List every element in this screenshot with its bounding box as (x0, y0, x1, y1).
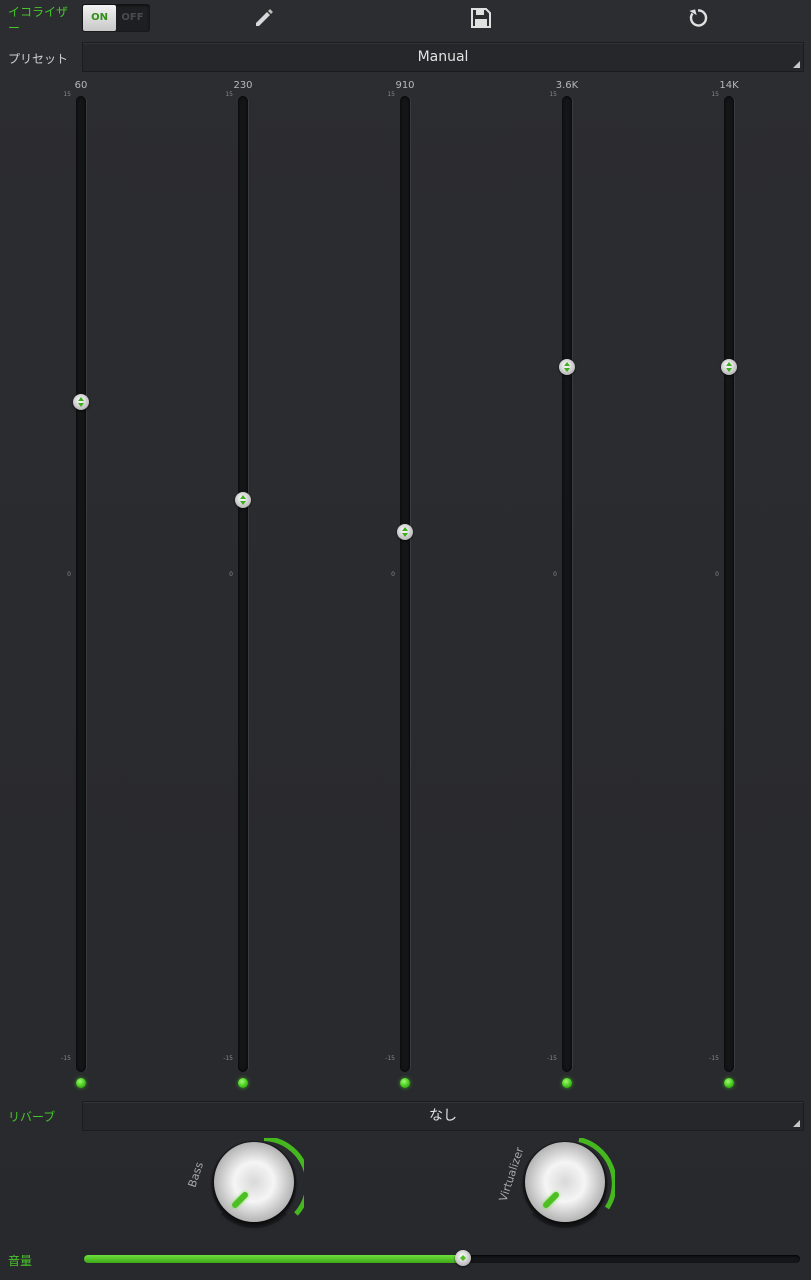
band-frequency-label: 3.6K (555, 80, 579, 91)
scale-tick-label: -15 (547, 1055, 557, 1062)
bass-knob-dial[interactable] (214, 1142, 294, 1222)
equalizer-label: イコライザー (8, 5, 69, 35)
volume-label: 音量 (8, 1254, 33, 1268)
band-frequency-label: 60 (74, 80, 88, 91)
eq-band-3.6K: 3.6K 15 0 -15 (537, 78, 597, 1098)
band-slider-track[interactable] (724, 96, 734, 1072)
eq-band-60: 60 15 0 -15 (51, 78, 111, 1098)
reset-icon[interactable] (686, 6, 710, 30)
save-icon[interactable] (469, 6, 493, 30)
scale-tick-label: -15 (709, 1055, 719, 1062)
band-slider-thumb[interactable] (559, 358, 575, 375)
scale-tick-label: -15 (385, 1055, 395, 1062)
bass-knob[interactable]: Bass (186, 1138, 304, 1238)
virtualizer-knob-dial[interactable] (525, 1142, 605, 1222)
band-frequency-label: 910 (395, 80, 415, 91)
band-active-led (562, 1078, 572, 1088)
scale-tick-label: 15 (711, 91, 719, 98)
band-slider-track[interactable] (76, 96, 86, 1072)
scale-tick-label: 0 (229, 571, 233, 578)
bass-label: Bass (185, 1160, 206, 1189)
band-slider-thumb[interactable] (73, 394, 89, 411)
scale-tick-label: 15 (63, 91, 71, 98)
preset-value: Manual (417, 49, 469, 65)
scale-tick-label: 15 (225, 91, 233, 98)
scale-tick-label: 0 (553, 571, 557, 578)
band-active-led (724, 1078, 734, 1088)
toggle-on-option[interactable]: ON (83, 5, 116, 31)
eq-band-910: 910 15 0 -15 (375, 78, 435, 1098)
preset-label: プリセット (8, 52, 69, 66)
equalizer-screen: イコライザー ON OFF プリセット Manual 60 15 0 -15 230 15… (0, 0, 811, 1280)
band-frequency-label: 14K (719, 80, 739, 91)
volume-slider-thumb[interactable] (455, 1250, 471, 1266)
dropdown-corner-icon (793, 61, 800, 68)
eq-band-230: 230 15 0 -15 (213, 78, 273, 1098)
band-slider-thumb[interactable] (235, 491, 251, 508)
band-slider-thumb[interactable] (397, 524, 413, 541)
preset-dropdown[interactable]: Manual (82, 42, 804, 72)
band-slider-track[interactable] (238, 96, 248, 1072)
virtualizer-knob[interactable]: Virtualizer (497, 1138, 615, 1238)
band-slider-thumb[interactable] (721, 358, 737, 375)
dropdown-corner-icon (793, 1120, 800, 1127)
scale-tick-label: 0 (67, 571, 71, 578)
reverb-dropdown[interactable]: なし (82, 1101, 804, 1131)
scale-tick-label: 15 (387, 91, 395, 98)
band-active-led (76, 1078, 86, 1088)
scale-tick-label: 15 (549, 91, 557, 98)
band-slider-track[interactable] (400, 96, 410, 1072)
scale-tick-label: 0 (391, 571, 395, 578)
scale-tick-label: 0 (715, 571, 719, 578)
band-slider-track[interactable] (562, 96, 572, 1072)
bass-knob-indicator (230, 1190, 250, 1210)
pencil-icon[interactable] (252, 6, 276, 30)
band-active-led (400, 1078, 410, 1088)
scale-tick-label: -15 (223, 1055, 233, 1062)
band-frequency-label: 230 (233, 80, 253, 91)
eq-band-14K: 14K 15 0 -15 (699, 78, 759, 1098)
volume-fill (84, 1255, 463, 1263)
band-active-led (238, 1078, 248, 1088)
reverb-value: なし (429, 1108, 457, 1124)
virtualizer-knob-indicator (541, 1190, 561, 1210)
equalizer-toggle[interactable]: ON OFF (82, 4, 150, 32)
volume-slider[interactable] (84, 1250, 800, 1266)
toggle-off-option[interactable]: OFF (116, 5, 149, 31)
reverb-label: リバーブ (8, 1110, 56, 1124)
scale-tick-label: -15 (61, 1055, 71, 1062)
